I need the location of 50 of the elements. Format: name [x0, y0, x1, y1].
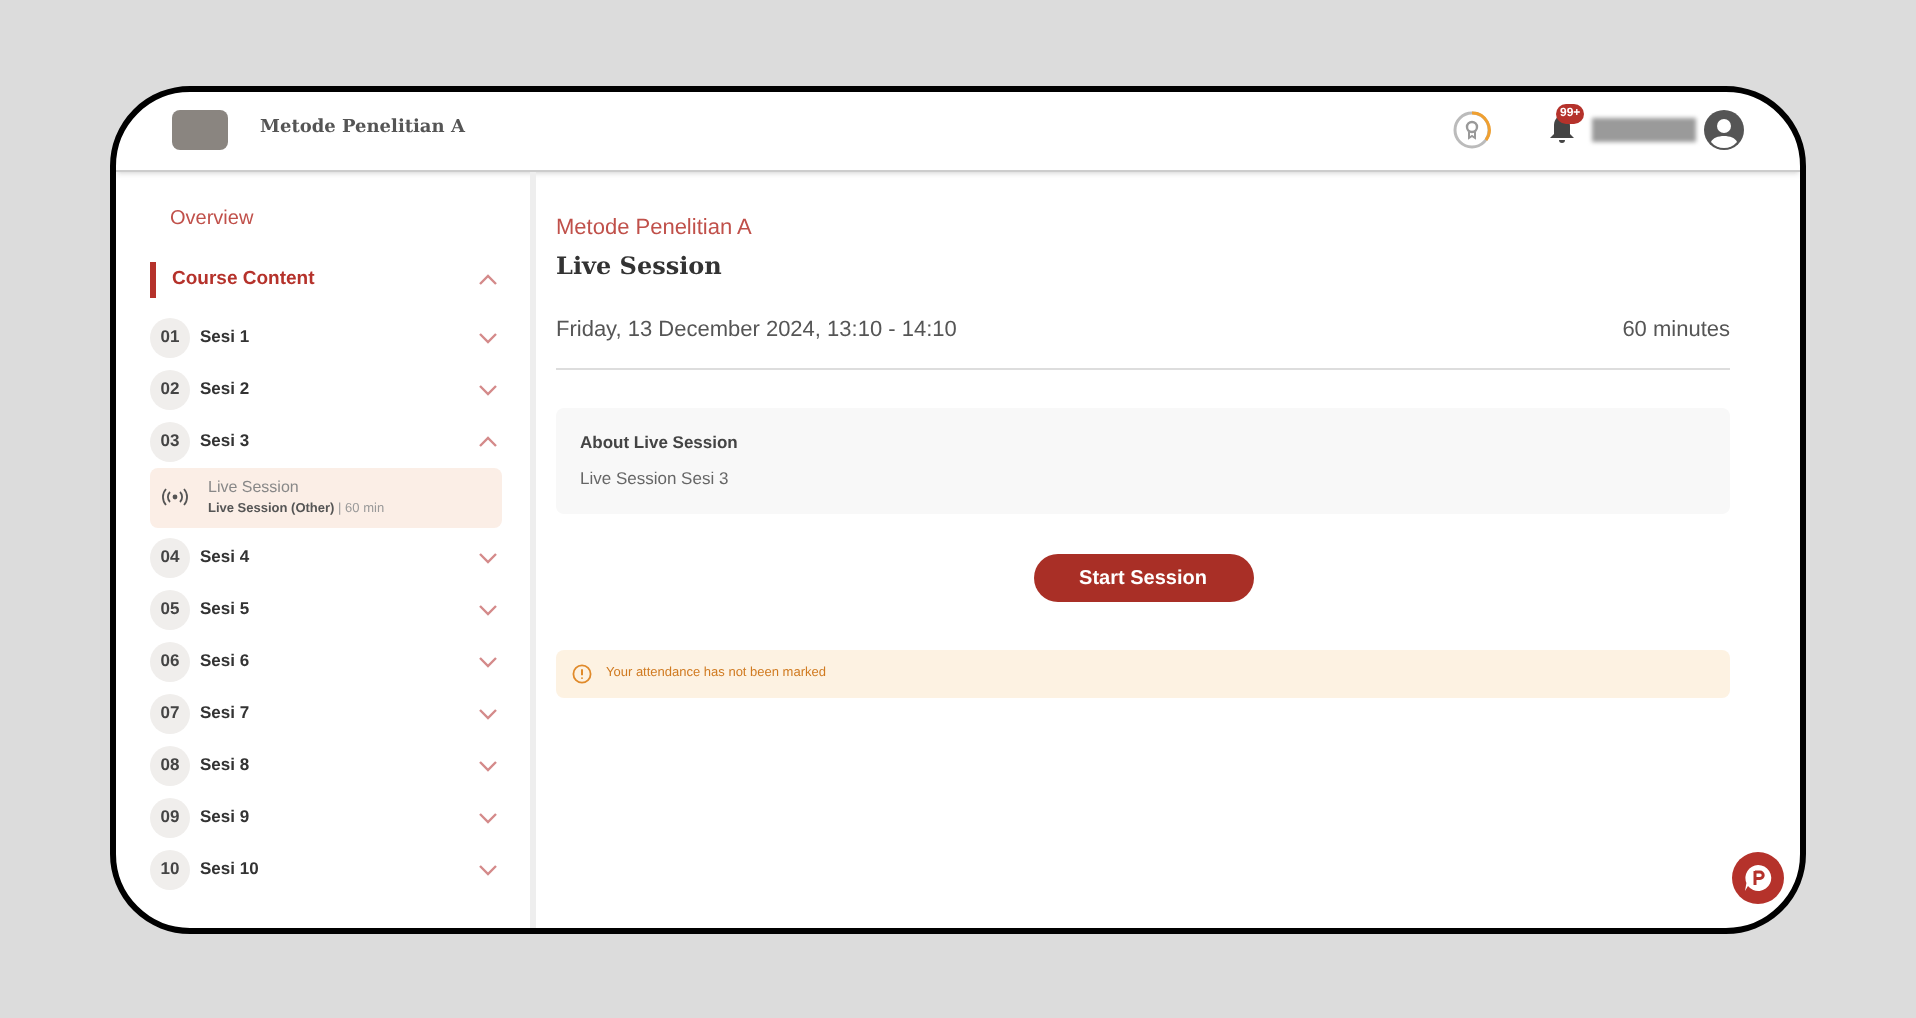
page-title: Live Session	[556, 250, 724, 284]
session-number: 10	[150, 849, 190, 889]
about-text: Live Session Sesi 3	[580, 466, 731, 492]
duration-text: 60 minutes	[1622, 316, 1730, 346]
lesson-title: Live Session	[208, 475, 301, 500]
session-number: 06	[150, 641, 190, 681]
session-title: Sesi 8	[200, 752, 252, 778]
session-item[interactable]: 04 Sesi 4	[150, 531, 502, 583]
session-item[interactable]: 01 Sesi 1	[150, 311, 502, 364]
session-item[interactable]: 08 Sesi 8	[150, 739, 502, 791]
session-title: Sesi 5	[200, 596, 252, 622]
session-title: Sesi 4	[200, 544, 252, 570]
blurred-username	[1592, 118, 1696, 142]
chevron-up-icon	[478, 273, 498, 286]
schedule-text: Friday, 13 December 2024, 13:10 - 14:10	[556, 316, 957, 346]
about-heading: About Live Session	[580, 429, 740, 455]
session-number: 08	[150, 745, 190, 785]
session-item[interactable]: 03 Sesi 3	[150, 415, 502, 468]
session-item[interactable]: 05 Sesi 5	[150, 583, 502, 635]
session-number: 09	[150, 797, 190, 837]
session-number: 03	[150, 421, 190, 462]
session-number: 07	[150, 693, 190, 733]
session-title: Sesi 10	[200, 856, 261, 882]
session-number: 05	[150, 589, 190, 629]
broadcast-icon	[162, 488, 188, 507]
chat-bubble-button[interactable]	[1732, 851, 1784, 903]
session-number: 04	[150, 537, 190, 577]
course-name: Metode Penelitian A	[556, 213, 754, 243]
speech-bubble-icon	[1742, 861, 1774, 893]
session-number: 01	[150, 317, 190, 358]
award-icon[interactable]	[1452, 110, 1492, 150]
session-number: 02	[150, 369, 190, 410]
avatar-icon[interactable]	[1704, 110, 1744, 150]
overview-link[interactable]: Overview	[170, 203, 502, 233]
session-title: Sesi 3	[200, 428, 252, 455]
session-item[interactable]: 10 Sesi 10	[150, 843, 502, 895]
session-item[interactable]: 06 Sesi 6	[150, 635, 502, 687]
session-item[interactable]: 09 Sesi 9	[150, 791, 502, 843]
session-title: Sesi 6	[200, 648, 252, 674]
session-item[interactable]: 07 Sesi 7	[150, 687, 502, 739]
course-title: Metode Penelitian A	[260, 116, 465, 143]
session-title: Sesi 2	[200, 376, 252, 403]
session-title: Sesi 1	[200, 324, 252, 351]
session-title: Sesi 9	[200, 804, 252, 830]
session-item[interactable]: 02 Sesi 2	[150, 363, 502, 416]
start-session-button[interactable]: Start Session	[1033, 554, 1253, 602]
info-icon	[572, 664, 592, 684]
session-title: Sesi 7	[200, 700, 252, 726]
course-content-toggle[interactable]: Course Content	[150, 261, 502, 298]
photo-placeholder	[172, 110, 228, 150]
